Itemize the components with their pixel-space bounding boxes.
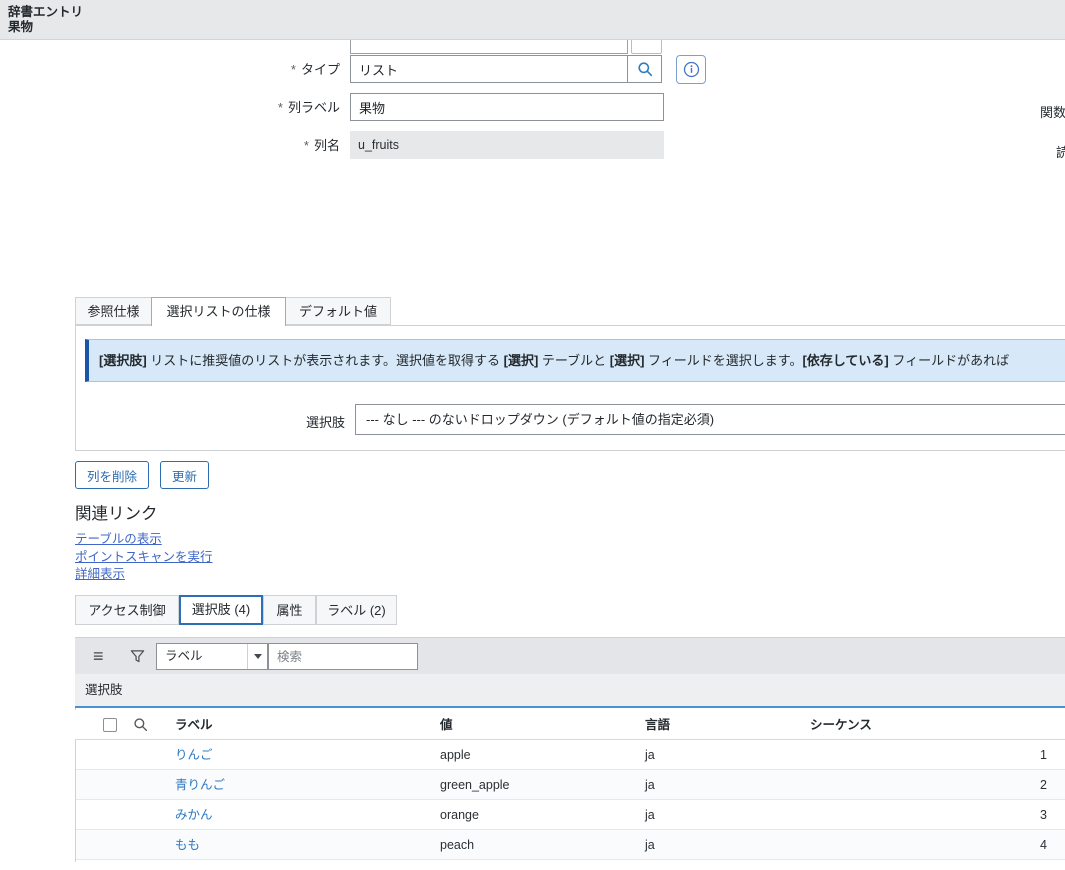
header-value[interactable]: 値 [440, 710, 453, 740]
choice-language-cell: ja [645, 808, 655, 822]
choice-value-cell: peach [440, 838, 475, 852]
required-asterisk: * [277, 100, 283, 115]
column-label-input[interactable] [350, 93, 664, 121]
type-label-text: タイプ [300, 62, 340, 77]
choices-select[interactable]: --- なし --- のないドロップダウン (デフォルト値の指定必須) [355, 404, 1065, 435]
show-table-link[interactable]: テーブルの表示 [75, 528, 162, 547]
info-message-part: フィールドがあれば [888, 353, 1010, 368]
select-all-checkbox[interactable] [103, 718, 117, 732]
form-header: 辞書エントリ 果物 [0, 0, 1065, 40]
partial-lookup-button-above [631, 38, 662, 54]
page-title: 辞書エントリ [8, 5, 84, 19]
related-links-title: 関連リンク [75, 505, 158, 523]
dictionary-entry-screen: 辞書エントリ 果物 * タイプ * 列ラベル 関数 * 列名 u_fruits 読 参… [0, 0, 1065, 870]
choice-label-link[interactable]: りんご [175, 740, 213, 770]
choice-language-cell: ja [645, 748, 655, 762]
choice-label-link[interactable]: みかん [175, 800, 213, 830]
tab-access-control[interactable]: アクセス制御 [75, 595, 179, 625]
search-field-dropdown-value: ラベル [165, 649, 203, 663]
tab-labels[interactable]: ラベル (2) [316, 595, 397, 625]
info-message-part: フィールドを選択します。 [644, 353, 803, 368]
list-header-row: ラベル 値 言語 シーケンス [75, 710, 1065, 740]
choice-sequence-cell: 2 [1040, 778, 1047, 792]
choice-sequence-cell: 1 [1040, 748, 1047, 762]
required-asterisk: * [290, 62, 296, 77]
info-message: [選択肢] リストに推奨値のリストが表示されます。選択値を取得する [選択] テ… [85, 339, 1065, 382]
clipped-right-label-1: 関数 [1040, 105, 1065, 120]
info-message-part: [依存している] [802, 353, 889, 368]
show-details-link[interactable]: 詳細表示 [75, 563, 125, 582]
column-search-icon[interactable] [133, 717, 148, 732]
type-info-button[interactable] [676, 55, 706, 84]
choice-language-cell: ja [645, 778, 655, 792]
choice-language-cell: ja [645, 838, 655, 852]
header-label[interactable]: ラベル [175, 710, 213, 740]
column-label-field-label: * 列ラベル [0, 100, 340, 116]
choice-label-link[interactable]: 青りんご [175, 770, 225, 800]
info-message-part: [選択肢] [99, 353, 147, 368]
info-message-part: [選択] [503, 353, 539, 368]
choice-label-link[interactable]: もも [175, 830, 200, 860]
filter-icon[interactable] [130, 649, 145, 664]
choice-value-cell: orange [440, 808, 479, 822]
type-field-label: * タイプ [0, 62, 340, 78]
required-asterisk: * [303, 138, 309, 153]
info-message-part: [選択] [609, 353, 645, 368]
choice-list-toolbar: ≡ ラベル [75, 637, 1065, 674]
choice-sequence-cell: 3 [1040, 808, 1047, 822]
tab-attributes[interactable]: 属性 [263, 595, 316, 625]
tab-choices[interactable]: 選択肢 (4) [179, 595, 263, 625]
list-search-input[interactable] [268, 643, 418, 670]
column-name-readonly-input: u_fruits [350, 131, 664, 159]
search-icon [637, 61, 653, 77]
type-lookup-button[interactable] [627, 55, 662, 83]
table-row: 青りんご green_apple ja 2 [76, 770, 1065, 800]
choice-value-cell: green_apple [440, 778, 510, 792]
list-menu-icon[interactable]: ≡ [93, 646, 104, 666]
column-name-text: 列名 [313, 138, 340, 153]
tab-reference-spec[interactable]: 参照仕様 [75, 297, 152, 325]
info-message-part: リストに推奨値のリストが表示されます。選択値を取得する [146, 353, 504, 368]
tab-choice-list-spec[interactable]: 選択リストの仕様 [151, 297, 286, 326]
choice-sequence-cell: 4 [1040, 838, 1047, 852]
tab-default-value[interactable]: デフォルト値 [285, 297, 391, 325]
choice-value-cell: apple [440, 748, 471, 762]
search-field-dropdown[interactable]: ラベル [156, 643, 268, 670]
clipped-right-label-2: 読 [1056, 145, 1065, 160]
info-message-part: テーブルと [538, 353, 610, 368]
record-name: 果物 [8, 20, 34, 34]
type-input[interactable] [350, 55, 628, 83]
chevron-down-icon [247, 644, 267, 669]
column-name-field-label: * 列名 [0, 138, 340, 154]
header-sequence[interactable]: シーケンス [810, 710, 872, 740]
table-row: みかん orange ja 3 [76, 800, 1065, 830]
column-label-text: 列ラベル [287, 100, 340, 115]
delete-column-button[interactable]: 列を削除 [75, 461, 150, 489]
info-icon [683, 61, 700, 78]
update-button[interactable]: 更新 [160, 461, 210, 489]
list-title: 選択肢 [75, 674, 1065, 708]
table-row: もも peach ja 4 [76, 830, 1065, 860]
header-language[interactable]: 言語 [645, 710, 670, 740]
table-row: りんご apple ja 1 [76, 740, 1065, 770]
choices-field-label: 選択肢 [305, 415, 345, 430]
